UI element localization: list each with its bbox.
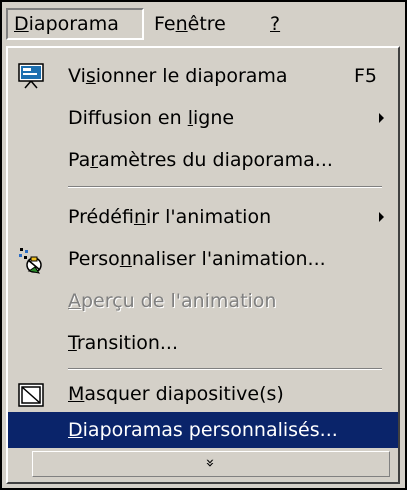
menu-help-label: ? <box>270 13 281 35</box>
menu-item-apercu: Aperçu de l'animation <box>8 283 398 319</box>
menu-item-label: Visionner le diaporama <box>68 65 288 87</box>
menu-item-diffusion[interactable]: Diffusion en ligne <box>8 100 398 136</box>
menu-diaporama-label: Diaporama <box>14 13 119 35</box>
menu-item-transition[interactable]: Transition... <box>8 325 398 361</box>
menu-fenetre[interactable]: Fenêtre <box>148 8 232 40</box>
menu-item-predefinir[interactable]: Prédéfinir l'animation <box>8 199 398 235</box>
diaporama-dropdown: Visionner le diaporama F5 Diffusion en l… <box>6 46 400 484</box>
menu-help[interactable]: ? <box>264 8 286 40</box>
submenu-arrow-icon <box>379 212 384 222</box>
menu-item-visionner[interactable]: Visionner le diaporama F5 <box>8 58 398 94</box>
submenu-arrow-icon <box>379 113 384 123</box>
menu-item-label: Aperçu de l'animation <box>68 290 277 312</box>
menu-separator <box>68 368 382 370</box>
shortcut-label: F5 <box>354 65 378 87</box>
expand-menu-button[interactable]: » <box>32 451 390 477</box>
hide-slide-icon <box>18 383 44 407</box>
menu-item-label: Personnaliser l'animation... <box>68 248 326 270</box>
window-frame: Diaporama Fenêtre ? Visionner le diapora… <box>0 0 407 490</box>
menu-item-label: Transition... <box>68 332 179 354</box>
menu-item-parametres[interactable]: Paramètres du diaporama... <box>8 142 398 178</box>
custom-animation-icon <box>19 248 42 274</box>
menu-item-label: Paramètres du diaporama... <box>68 149 333 171</box>
slideshow-screen-icon <box>18 63 44 89</box>
menu-fenetre-label: Fenêtre <box>154 13 226 35</box>
menu-item-label: Prédéfinir l'animation <box>68 206 272 228</box>
double-chevron-down-icon: » <box>202 458 220 468</box>
menu-item-diaporamas-personnalises[interactable]: Diaporamas personnalisés... <box>8 412 398 448</box>
menu-item-personnaliser[interactable]: Personnaliser l'animation... <box>8 241 398 277</box>
menu-diaporama[interactable]: Diaporama <box>6 8 144 40</box>
menu-item-label: Diaporamas personnalisés... <box>68 419 338 441</box>
menu-item-masquer[interactable]: Masquer diapositive(s) <box>8 376 398 412</box>
menu-separator <box>68 186 382 188</box>
menu-item-label: Masquer diapositive(s) <box>68 383 284 405</box>
menu-item-label: Diffusion en ligne <box>68 107 235 129</box>
menu-bar: Diaporama Fenêtre ? <box>2 2 405 46</box>
